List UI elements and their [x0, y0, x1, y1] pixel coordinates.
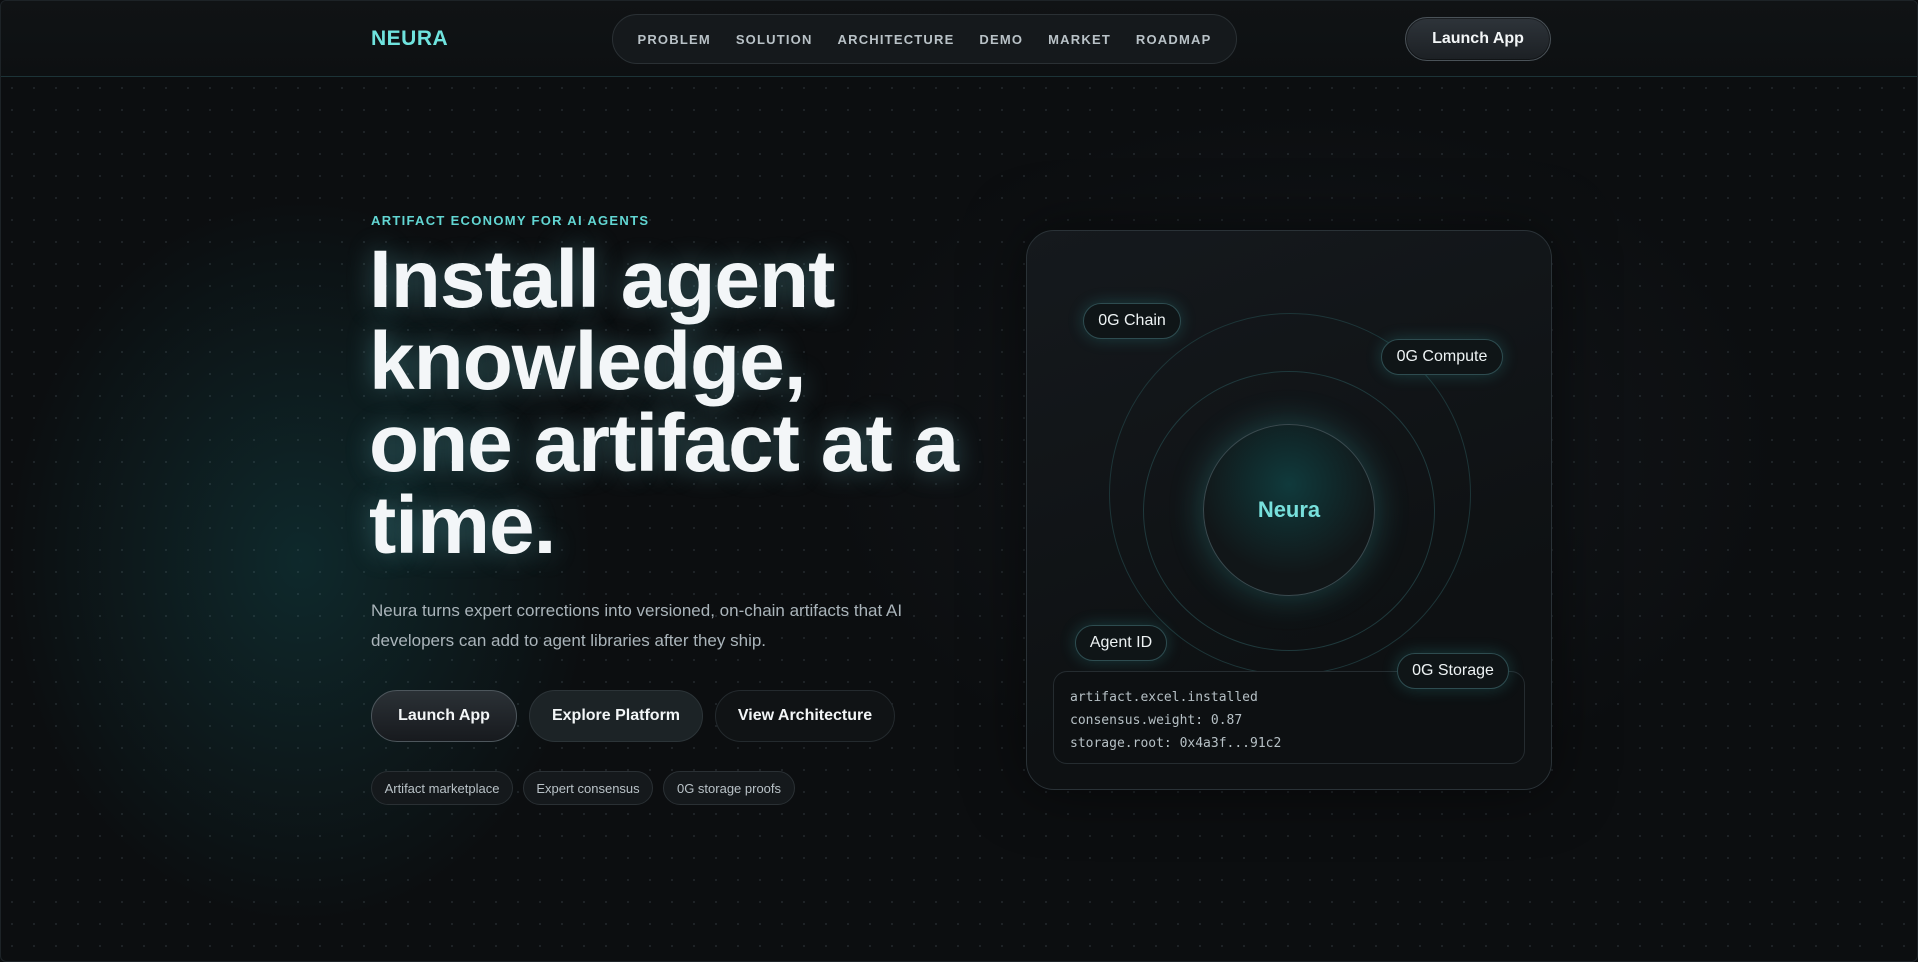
- headline-line-2: knowledge,: [369, 316, 807, 407]
- tag-artifact-marketplace: Artifact marketplace: [371, 771, 513, 805]
- nav-item-demo[interactable]: DEMO: [979, 32, 1023, 47]
- view-architecture-button[interactable]: View Architecture: [715, 690, 895, 742]
- console-line-1: artifact.excel.installed: [1070, 690, 1258, 705]
- headline-line-1: Install agent: [369, 234, 835, 325]
- header-launch-app-button[interactable]: Launch App: [1405, 17, 1551, 61]
- hero-headline: Install agent knowledge, one artifact at…: [369, 239, 989, 567]
- top-navbar: NEURA PROBLEM SOLUTION ARCHITECTURE DEMO…: [1, 1, 1917, 77]
- nav-item-roadmap[interactable]: ROADMAP: [1136, 32, 1212, 47]
- launch-app-button[interactable]: Launch App: [371, 690, 517, 742]
- headline-line-3: one artifact at a: [369, 398, 959, 489]
- main-nav: PROBLEM SOLUTION ARCHITECTURE DEMO MARKE…: [612, 14, 1237, 64]
- nav-item-architecture[interactable]: ARCHITECTURE: [838, 32, 955, 47]
- nav-item-solution[interactable]: SOLUTION: [736, 32, 813, 47]
- node-0g-chain: 0G Chain: [1083, 303, 1181, 339]
- console-line-2: consensus.weight: 0.87: [1070, 713, 1243, 728]
- logo[interactable]: NEURA: [371, 27, 448, 51]
- nav-item-problem[interactable]: PROBLEM: [637, 32, 710, 47]
- headline-line-4: time.: [369, 480, 556, 571]
- architecture-diagram-card: Neura 0G Chain 0G Compute Agent ID artif…: [1026, 230, 1552, 790]
- tag-storage-proofs: 0G storage proofs: [663, 771, 795, 805]
- node-0g-compute: 0G Compute: [1381, 339, 1503, 375]
- nav-item-market[interactable]: MARKET: [1048, 32, 1111, 47]
- core-label: Neura: [1257, 497, 1321, 522]
- tag-expert-consensus: Expert consensus: [523, 771, 653, 805]
- node-0g-storage: 0G Storage: [1397, 653, 1509, 689]
- node-agent-id: Agent ID: [1075, 625, 1167, 661]
- page-frame: NEURA PROBLEM SOLUTION ARCHITECTURE DEMO…: [0, 0, 1918, 962]
- console-line-3: storage.root: 0x4a3f...91c2: [1070, 736, 1282, 751]
- explore-platform-button[interactable]: Explore Platform: [529, 690, 703, 742]
- neura-core-node: Neura: [1203, 424, 1375, 596]
- hero-description: Neura turns expert corrections into vers…: [371, 601, 903, 650]
- hero-eyebrow: ARTIFACT ECONOMY FOR AI AGENTS: [371, 213, 650, 228]
